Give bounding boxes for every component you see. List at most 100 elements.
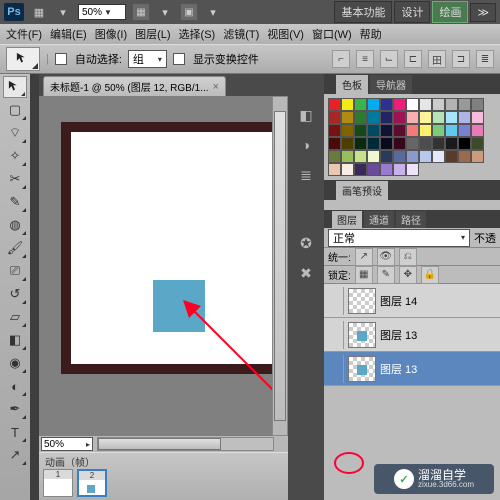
swatch[interactable] bbox=[354, 150, 367, 163]
swatch[interactable] bbox=[406, 124, 419, 137]
swatch[interactable] bbox=[380, 98, 393, 111]
minibridge-icon[interactable]: ▾ bbox=[54, 3, 72, 21]
swatch[interactable] bbox=[432, 111, 445, 124]
pen-tool[interactable]: ✒ bbox=[3, 398, 27, 420]
swatch[interactable] bbox=[471, 98, 484, 111]
move-tool[interactable] bbox=[3, 76, 27, 98]
swatch[interactable] bbox=[341, 111, 354, 124]
swatch[interactable] bbox=[406, 111, 419, 124]
swatch[interactable] bbox=[328, 163, 341, 176]
menu-filter[interactable]: 滤镜(T) bbox=[223, 26, 259, 42]
crop-tool[interactable]: ✂ bbox=[3, 168, 27, 190]
layer-row-14[interactable]: 图层 14 bbox=[324, 284, 500, 318]
eyedropper-tool[interactable]: ✎ bbox=[3, 191, 27, 213]
swatch[interactable] bbox=[471, 150, 484, 163]
swatch[interactable] bbox=[445, 150, 458, 163]
heal-tool[interactable]: ◍ bbox=[3, 214, 27, 236]
menu-edit[interactable]: 编辑(E) bbox=[50, 26, 87, 42]
adjust-panel-icon[interactable]: ◑ bbox=[295, 134, 317, 156]
menu-layer[interactable]: 图层(L) bbox=[135, 26, 170, 42]
menu-file[interactable]: 文件(F) bbox=[6, 26, 42, 42]
workspace-draw[interactable]: 绘画 bbox=[432, 1, 468, 23]
swatch[interactable] bbox=[341, 124, 354, 137]
swatch[interactable] bbox=[367, 163, 380, 176]
swatch[interactable] bbox=[419, 137, 432, 150]
swatch[interactable] bbox=[367, 150, 380, 163]
lock-all-icon[interactable]: 🔒 bbox=[421, 266, 439, 284]
swatch[interactable] bbox=[328, 137, 341, 150]
color-panel-icon[interactable]: ◧ bbox=[295, 104, 317, 126]
swatch[interactable] bbox=[458, 137, 471, 150]
align-right-icon[interactable]: ⊐ bbox=[452, 50, 470, 68]
lasso-tool[interactable]: ⌔ bbox=[3, 122, 27, 144]
unify-vis-icon[interactable]: 👁 bbox=[377, 248, 395, 266]
stamp-tool[interactable]: ⎚ bbox=[3, 260, 27, 282]
swatch[interactable] bbox=[406, 98, 419, 111]
scrollbar-horizontal[interactable] bbox=[97, 437, 274, 451]
swatch[interactable] bbox=[445, 124, 458, 137]
layer-row-13b[interactable]: 图层 13 bbox=[324, 352, 500, 386]
swatch[interactable] bbox=[380, 111, 393, 124]
swatch[interactable] bbox=[328, 124, 341, 137]
scrollbar-vertical[interactable] bbox=[272, 96, 288, 436]
swatch[interactable] bbox=[445, 98, 458, 111]
marquee-tool[interactable]: ▢ bbox=[3, 99, 27, 121]
blend-mode-select[interactable]: 正常▾ bbox=[328, 229, 470, 247]
workspace-basic[interactable]: 基本功能 bbox=[334, 1, 392, 23]
view-extras-icon[interactable]: ▦ bbox=[132, 3, 150, 21]
screen-mode-icon[interactable]: ▣ bbox=[180, 3, 198, 21]
eraser-tool[interactable]: ▱ bbox=[3, 306, 27, 328]
swatch[interactable] bbox=[367, 98, 380, 111]
frame-2[interactable]: 2 bbox=[77, 469, 107, 497]
swatch[interactable] bbox=[328, 111, 341, 124]
swatch[interactable] bbox=[328, 150, 341, 163]
swatch[interactable] bbox=[458, 124, 471, 137]
swatch[interactable] bbox=[419, 111, 432, 124]
swatch[interactable] bbox=[419, 124, 432, 137]
auto-select-target[interactable]: 组▾ bbox=[128, 50, 167, 68]
path-tool[interactable]: ↗ bbox=[3, 444, 27, 466]
swatch[interactable] bbox=[419, 98, 432, 111]
swatch[interactable] bbox=[432, 137, 445, 150]
menu-help[interactable]: 帮助 bbox=[360, 26, 382, 42]
lock-pos-icon[interactable]: ✥ bbox=[399, 266, 417, 284]
swatch[interactable] bbox=[419, 150, 432, 163]
swatch[interactable] bbox=[380, 163, 393, 176]
swatch[interactable] bbox=[393, 111, 406, 124]
swatch[interactable] bbox=[367, 111, 380, 124]
tab-swatches[interactable]: 色板 bbox=[336, 75, 368, 94]
swatch[interactable] bbox=[471, 137, 484, 150]
swatch[interactable] bbox=[406, 163, 419, 176]
swatch[interactable] bbox=[445, 137, 458, 150]
swatch[interactable] bbox=[354, 137, 367, 150]
swatch[interactable] bbox=[471, 124, 484, 137]
auto-select-checkbox[interactable] bbox=[55, 53, 67, 65]
swatch[interactable] bbox=[406, 150, 419, 163]
unify-pos-icon[interactable]: ↗ bbox=[355, 248, 373, 266]
menu-select[interactable]: 选择(S) bbox=[179, 26, 216, 42]
swatch[interactable] bbox=[354, 163, 367, 176]
align-top-icon[interactable]: ⌐ bbox=[332, 50, 350, 68]
swatch[interactable] bbox=[341, 150, 354, 163]
swatch[interactable] bbox=[380, 150, 393, 163]
arrange-icon[interactable]: ▾ bbox=[156, 3, 174, 21]
swatch[interactable] bbox=[393, 163, 406, 176]
swatch[interactable] bbox=[393, 150, 406, 163]
swatch[interactable] bbox=[341, 163, 354, 176]
frame-1[interactable]: 1 bbox=[43, 469, 73, 497]
swatch[interactable] bbox=[328, 98, 341, 111]
show-transform-checkbox[interactable] bbox=[173, 53, 185, 65]
align-center-icon[interactable]: 田 bbox=[428, 50, 446, 68]
zoom-level-bottom[interactable]: 50%▸ bbox=[41, 437, 93, 451]
swatch[interactable] bbox=[445, 111, 458, 124]
brush-panel-icon[interactable]: ✪ bbox=[295, 232, 317, 254]
current-tool-chip[interactable] bbox=[6, 47, 40, 71]
swatch[interactable] bbox=[432, 150, 445, 163]
swatches-grid[interactable] bbox=[324, 94, 500, 180]
tab-navigator[interactable]: 导航器 bbox=[370, 75, 412, 94]
tab-layers[interactable]: 图层 bbox=[332, 211, 362, 228]
styles-panel-icon[interactable]: ≣ bbox=[295, 164, 317, 186]
blur-tool[interactable]: ◉ bbox=[3, 352, 27, 374]
tab-paths[interactable]: 路径 bbox=[396, 211, 426, 228]
visibility-toggle[interactable] bbox=[326, 355, 344, 383]
